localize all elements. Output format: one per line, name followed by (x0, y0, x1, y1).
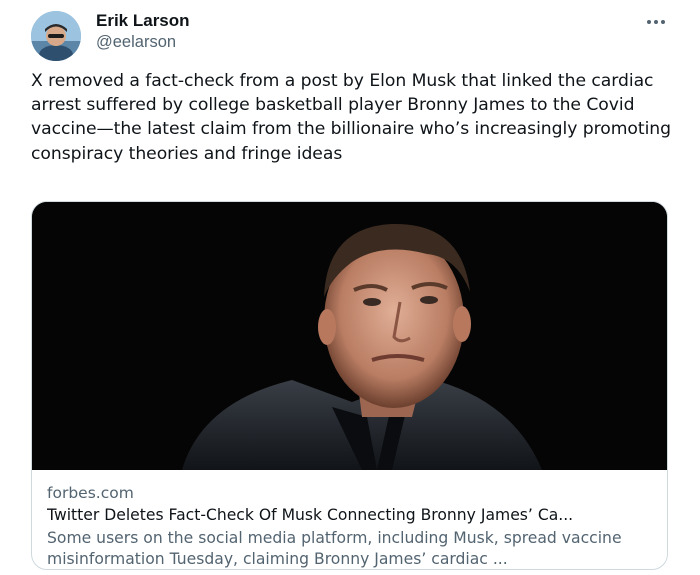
link-card-title[interactable]: Twitter Deletes Fact-Check Of Musk Conne… (47, 505, 657, 525)
link-card-meta: forbes.com Twitter Deletes Fact-Check Of… (47, 483, 657, 569)
portrait-photo (32, 202, 667, 470)
tweet-text: X removed a fact-check from a post by El… (31, 71, 672, 164)
avatar-photo (31, 11, 81, 61)
author-name[interactable]: Erik Larson (96, 11, 190, 31)
tweet: Erik Larson @eelarson X removed a fact-c… (0, 0, 700, 575)
more-horizontal-icon (647, 20, 665, 24)
link-card[interactable]: forbes.com Twitter Deletes Fact-Check Of… (31, 201, 668, 570)
link-card-description: Some users on the social media platform,… (47, 529, 622, 568)
link-card-image[interactable] (32, 202, 667, 470)
more-button[interactable] (640, 10, 672, 34)
avatar[interactable] (31, 11, 81, 61)
author-handle[interactable]: @eelarson (96, 32, 176, 52)
link-card-domain: forbes.com (47, 484, 134, 502)
